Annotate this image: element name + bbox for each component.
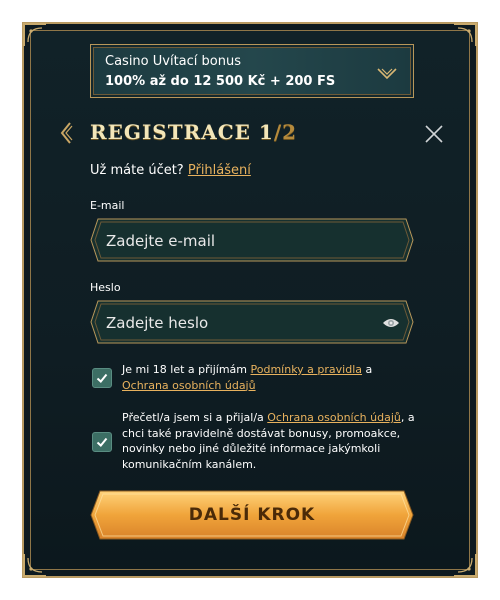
age-consent-checkbox[interactable] xyxy=(92,368,112,388)
next-step-label: DALŠÍ KROK xyxy=(188,505,316,525)
marketing-consent-prefix: Přečetl/a jsem si a přijal/a xyxy=(122,411,264,424)
bonus-selector[interactable]: Casino Uvítací bonus 100% až do 12 500 K… xyxy=(90,44,414,98)
age-consent-text: Je mi 18 let a přijímám Podmínky a pravi… xyxy=(122,362,422,393)
email-label: E-mail xyxy=(90,199,125,212)
eye-icon[interactable] xyxy=(382,315,400,334)
age-consent-prefix: Je mi 18 let a přijímám xyxy=(122,363,247,376)
marketing-privacy-link[interactable]: Ochrana osobních údajů xyxy=(267,411,401,424)
login-link[interactable]: Přihlášení xyxy=(188,163,251,178)
password-label: Heslo xyxy=(90,281,121,294)
bonus-title: Casino Uvítací bonus xyxy=(105,54,241,69)
corner-ornament xyxy=(452,552,478,578)
next-step-button[interactable]: DALŠÍ KROK xyxy=(90,490,414,540)
title-separator: / xyxy=(273,120,283,144)
corner-ornament xyxy=(452,22,478,48)
corner-ornament xyxy=(22,552,48,578)
title-main: REGISTRACE 1 xyxy=(90,120,274,144)
back-arrow-icon[interactable] xyxy=(59,122,73,148)
email-input[interactable] xyxy=(104,226,378,256)
title-step-total: 2 xyxy=(282,120,298,144)
terms-link[interactable]: Podmínky a pravidla xyxy=(251,363,363,376)
email-field-wrapper xyxy=(90,218,414,262)
page-title: REGISTRACE 1/2 xyxy=(90,120,297,144)
corner-ornament xyxy=(22,22,48,48)
privacy-link[interactable]: Ochrana osobních údajů xyxy=(122,379,256,392)
chevron-down-icon[interactable] xyxy=(377,65,397,84)
password-field-wrapper xyxy=(90,300,414,344)
password-input[interactable] xyxy=(104,308,378,338)
marketing-consent-text: Přečetl/a jsem si a přijal/a Ochrana oso… xyxy=(122,410,422,472)
bonus-offer: 100% až do 12 500 Kč + 200 FS xyxy=(105,74,336,89)
close-icon[interactable] xyxy=(424,124,444,148)
marketing-consent-checkbox[interactable] xyxy=(92,432,112,452)
login-question: Už máte účet? xyxy=(90,163,184,178)
age-consent-mid: a xyxy=(365,363,373,376)
login-prompt: Už máte účet? Přihlášení xyxy=(90,163,251,178)
registration-modal: Casino Uvítací bonus 100% až do 12 500 K… xyxy=(22,22,478,578)
